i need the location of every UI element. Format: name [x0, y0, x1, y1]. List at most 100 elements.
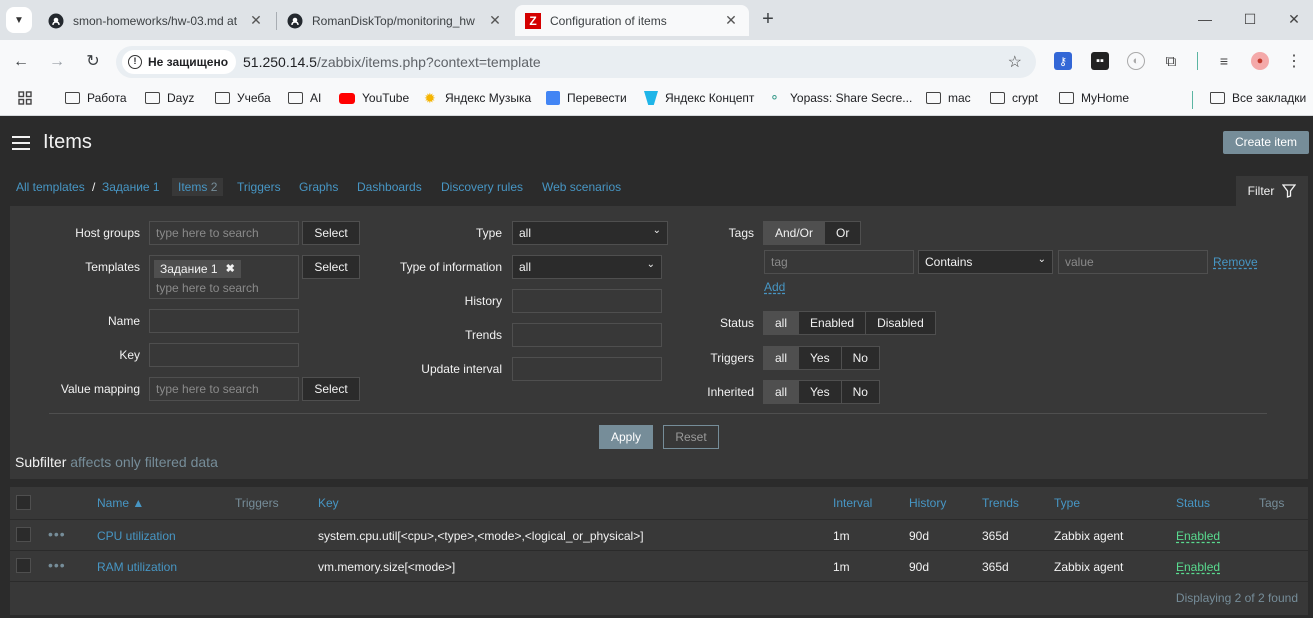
apply-button[interactable]: Apply [599, 425, 653, 449]
create-item-button[interactable]: Create item [1222, 131, 1309, 154]
browser-menu-icon[interactable]: ⋮ [1285, 52, 1303, 70]
item-name-link[interactable]: RAM utilization [97, 560, 177, 574]
host-groups-input[interactable] [149, 221, 299, 245]
triggers-yes-option[interactable]: Yes [798, 346, 842, 370]
extension-circle-icon[interactable]: ◐ [1127, 52, 1145, 70]
status-all-option[interactable]: all [763, 311, 800, 335]
forward-arrow-icon[interactable]: → [46, 51, 68, 73]
bookmark-ai[interactable]: AI [288, 91, 321, 105]
inherited-all-option[interactable]: all [763, 380, 800, 404]
items-tab[interactable]: Items 2 [172, 178, 224, 196]
browser-tab-3-active[interactable]: Z Configuration of items ✕ [515, 5, 749, 36]
bookmark-translate[interactable]: Перевести [546, 91, 627, 105]
key-input[interactable] [149, 343, 299, 367]
row-checkbox[interactable] [16, 527, 31, 542]
update-interval-input[interactable] [512, 357, 662, 381]
browser-tab-2[interactable]: RomanDiskTop/monitoring_hw ✕ [277, 5, 513, 36]
row-checkbox[interactable] [16, 558, 31, 573]
more-options-icon[interactable]: ••• [48, 557, 66, 573]
address-bar[interactable]: ! Не защищено 51.250.14.5/zabbix/items.p… [116, 46, 1036, 78]
more-options-icon[interactable]: ••• [48, 526, 66, 542]
history-input[interactable] [512, 289, 662, 313]
profile-avatar[interactable]: ● [1251, 52, 1269, 70]
type-select[interactable]: all ⌄ [512, 221, 668, 245]
all-templates-link[interactable]: All templates [16, 180, 85, 194]
extension-key-icon[interactable]: ⚷ [1054, 52, 1072, 70]
close-tab-icon[interactable]: ✕ [723, 12, 739, 29]
subfilter-heading: Subfilter affects only filtered data [15, 454, 218, 470]
column-name-header[interactable]: Name ▲ [97, 496, 144, 510]
item-status-toggle[interactable]: Enabled [1176, 560, 1220, 574]
graphs-tab[interactable]: Graphs [299, 180, 338, 194]
column-history-header[interactable]: History [909, 496, 946, 510]
tags-andor-option[interactable]: And/Or [763, 221, 826, 245]
reload-icon[interactable]: ↻ [82, 51, 104, 73]
column-trends-header[interactable]: Trends [982, 496, 1019, 510]
remove-chip-icon[interactable]: ✖ [226, 260, 235, 278]
bookmark-crypt[interactable]: crypt [990, 91, 1038, 105]
filter-toggle[interactable]: Filter [1236, 176, 1308, 206]
extensions-puzzle-icon[interactable]: ⧉ [1162, 52, 1180, 70]
triggers-tab[interactable]: Triggers [237, 180, 281, 194]
tag-operator-value: Contains [925, 255, 973, 269]
tag-name-input[interactable] [764, 250, 914, 274]
media-control-icon[interactable]: ≡ [1215, 52, 1233, 70]
triggers-no-option[interactable]: No [840, 346, 880, 370]
bookmark-yopass[interactable]: ⚬ Yopass: Share Secre... [769, 91, 912, 106]
tab-search-button[interactable]: ▼ [6, 7, 32, 33]
close-tab-icon[interactable]: ✕ [248, 12, 264, 29]
browser-tab-1[interactable]: smon-homeworks/hw-03.md at ✕ [38, 5, 274, 36]
all-bookmarks[interactable]: Все закладки [1210, 91, 1306, 105]
templates-multiselect[interactable]: Задание 1 ✖ type here to search [149, 255, 299, 299]
templates-select-button[interactable]: Select [302, 255, 360, 279]
maximize-icon[interactable]: ☐ [1240, 9, 1260, 29]
close-tab-icon[interactable]: ✕ [487, 12, 503, 29]
trends-input[interactable] [512, 323, 662, 347]
bookmark-yandex-music[interactable]: ✹ Яндекс Музыка [424, 91, 531, 105]
item-status-toggle[interactable]: Enabled [1176, 529, 1220, 543]
tag-value-input[interactable] [1058, 250, 1208, 274]
status-enabled-option[interactable]: Enabled [798, 311, 867, 335]
select-all-checkbox[interactable] [16, 495, 31, 510]
column-interval-header[interactable]: Interval [833, 496, 872, 510]
web-scenarios-tab[interactable]: Web scenarios [542, 180, 621, 194]
inherited-yes-option[interactable]: Yes [798, 380, 842, 404]
template-link[interactable]: Задание 1 [102, 180, 160, 194]
column-status-header[interactable]: Status [1176, 496, 1210, 510]
triggers-all-option[interactable]: all [763, 346, 800, 370]
bookmark-ucheba[interactable]: Учеба [215, 91, 271, 105]
apps-grid-icon[interactable] [18, 91, 32, 105]
bookmark-star-icon[interactable]: ☆ [1008, 52, 1022, 72]
bookmark-myhome[interactable]: MyHome [1059, 91, 1129, 105]
bookmark-mac[interactable]: mac [926, 91, 971, 105]
bookmark-youtube[interactable]: YouTube [339, 91, 409, 105]
inherited-no-option[interactable]: No [840, 380, 880, 404]
bookmark-yandex-concept[interactable]: Яндекс Концепт [644, 91, 754, 105]
tags-or-option[interactable]: Or [824, 221, 862, 245]
bookmark-rabota[interactable]: Работа [65, 91, 127, 105]
new-tab-button[interactable]: + [757, 9, 779, 31]
security-indicator[interactable]: ! Не защищено [122, 50, 237, 74]
close-window-icon[interactable]: ✕ [1284, 9, 1304, 29]
value-mapping-select-button[interactable]: Select [302, 377, 360, 401]
tag-operator-select[interactable]: Contains ⌄ [918, 250, 1053, 274]
item-type: Zabbix agent [1054, 560, 1124, 574]
remove-tag-link[interactable]: Remove [1213, 255, 1258, 269]
name-input[interactable] [149, 309, 299, 333]
type-of-information-select[interactable]: all ⌄ [512, 255, 662, 279]
discovery-rules-tab[interactable]: Discovery rules [441, 180, 523, 194]
value-mapping-input[interactable] [149, 377, 299, 401]
column-key-header[interactable]: Key [318, 496, 339, 510]
reset-button[interactable]: Reset [663, 425, 719, 449]
minimize-icon[interactable]: — [1195, 9, 1215, 29]
status-disabled-option[interactable]: Disabled [865, 311, 936, 335]
column-type-header[interactable]: Type [1054, 496, 1080, 510]
menu-icon[interactable] [12, 136, 30, 150]
back-arrow-icon[interactable]: ← [10, 51, 32, 73]
extension-tampermonkey-icon[interactable]: ▪▪ [1091, 52, 1109, 70]
add-tag-link[interactable]: Add [764, 280, 785, 294]
dashboards-tab[interactable]: Dashboards [357, 180, 422, 194]
host-groups-select-button[interactable]: Select [302, 221, 360, 245]
bookmark-dayz[interactable]: Dayz [145, 91, 194, 105]
item-name-link[interactable]: CPU utilization [97, 529, 176, 543]
